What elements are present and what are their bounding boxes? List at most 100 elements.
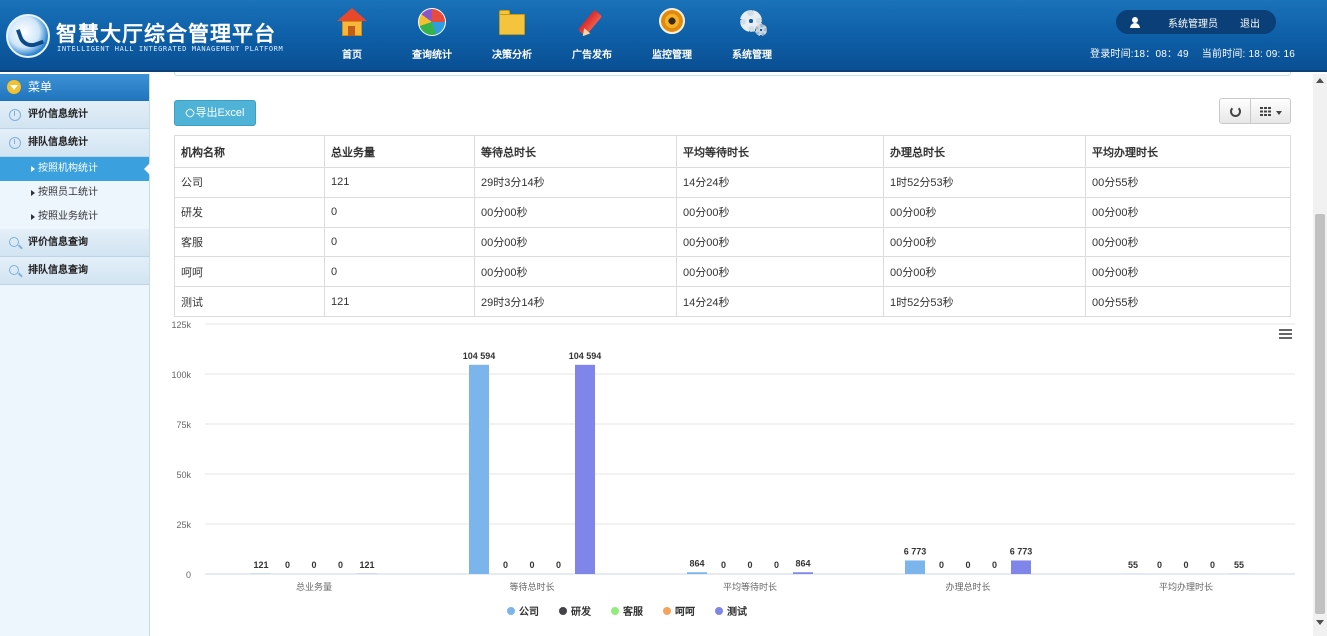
legend-item: 测试	[727, 605, 747, 618]
column-header[interactable]: 机构名称	[174, 135, 325, 168]
nav-system[interactable]: 系统管理	[712, 6, 792, 64]
data-label: 0	[1157, 560, 1162, 570]
y-tick-label: 0	[186, 570, 191, 580]
legend-marker	[611, 607, 619, 615]
nav-home[interactable]: 首页	[312, 6, 392, 64]
column-header[interactable]: 总业务量	[324, 135, 475, 168]
refresh-icon	[1230, 106, 1241, 117]
data-label: 0	[747, 560, 752, 570]
data-label: 0	[503, 560, 508, 570]
table-row[interactable]: 客服 0 00分00秒 00分00秒 00分00秒 00分00秒	[174, 226, 1291, 258]
clock-icon	[9, 137, 21, 149]
data-label: 55	[1234, 560, 1244, 570]
link-icon	[183, 107, 196, 119]
column-header[interactable]: 等待总时长	[474, 135, 677, 168]
table-cell: 00分00秒	[474, 226, 677, 258]
main-content: 导出Excel 机构名称 总业务量 等待总时长 平均等待时长 办理总时长 平均办…	[151, 72, 1313, 636]
legend-item: 呵呵	[675, 606, 695, 618]
nav-monitor[interactable]: 监控管理	[632, 6, 712, 64]
chart-bar	[469, 364, 489, 574]
table-cell: 00分00秒	[883, 196, 1086, 228]
data-label: 0	[285, 560, 290, 570]
grid-icon	[1260, 107, 1271, 116]
legend-marker	[715, 607, 723, 615]
table-cell: 121	[324, 286, 475, 317]
y-tick-label: 75k	[176, 420, 191, 430]
data-label: 0	[529, 560, 534, 570]
sidebar-item-label: 排队信息查询	[28, 265, 88, 276]
scroll-thumb[interactable]	[1315, 214, 1325, 614]
table-cell: 00分00秒	[676, 256, 884, 288]
table-cell: 00分00秒	[1085, 226, 1291, 258]
table-cell: 0	[324, 226, 475, 258]
column-header[interactable]: 办理总时长	[883, 135, 1086, 168]
table-row[interactable]: 呵呵 0 00分00秒 00分00秒 00分00秒 00分00秒	[174, 256, 1291, 288]
legend-item: 研发	[571, 605, 592, 618]
x-tick-label: 总业务量	[296, 581, 332, 592]
table-cell: 00分00秒	[474, 196, 677, 228]
pencil-icon	[577, 8, 607, 39]
sidebar-item-eval-query[interactable]: 评价信息查询	[0, 229, 149, 257]
search-icon	[9, 237, 19, 247]
sidebar-item-by-business[interactable]: 按照业务统计	[0, 205, 149, 229]
sidebar-item-label: 按照机构统计	[38, 163, 98, 174]
data-label: 121	[253, 560, 268, 570]
sidebar-item-queue-query[interactable]: 排队信息查询	[0, 257, 149, 285]
table-row[interactable]: 测试 121 29时3分14秒 14分24秒 1时52分53秒 00分55秒	[174, 286, 1291, 317]
refresh-button[interactable]	[1219, 98, 1251, 124]
column-header[interactable]: 平均办理时长	[1085, 135, 1291, 168]
data-label: 0	[338, 560, 343, 570]
scroll-up-arrow-icon[interactable]	[1316, 78, 1324, 83]
table-cell: 客服	[174, 226, 325, 258]
sidebar-item-by-org[interactable]: 按照机构统计	[0, 157, 150, 181]
table-cell: 00分00秒	[1085, 196, 1291, 228]
current-time: 当前时间: 18: 09: 16	[1201, 49, 1295, 60]
chart-bar	[687, 572, 707, 574]
table-row[interactable]: 公司 121 29时3分14秒 14分24秒 1时52分53秒 00分55秒	[174, 167, 1291, 198]
data-label: 6 773	[1010, 546, 1033, 556]
previous-panel-edge	[174, 72, 1291, 76]
sidebar-item-by-staff[interactable]: 按照员工统计	[0, 181, 149, 205]
user-name: 系统管理员	[1168, 19, 1218, 30]
home-icon	[337, 8, 367, 38]
nav-decision-analysis[interactable]: 决策分析	[472, 6, 552, 64]
data-label: 104 594	[463, 351, 496, 361]
table-cell: 121	[324, 167, 475, 198]
chart-bar	[1011, 560, 1031, 574]
nav-ad-publish[interactable]: 广告发布	[552, 6, 632, 64]
table-header-row: 机构名称 总业务量 等待总时长 平均等待时长 办理总时长 平均办理时长	[174, 135, 1291, 168]
table-cell: 00分00秒	[474, 256, 677, 288]
sidebar-item-eval-stats[interactable]: 评价信息统计	[0, 101, 149, 129]
column-header[interactable]: 平均等待时长	[676, 135, 884, 168]
clock-icon	[9, 109, 21, 121]
table-cell: 00分00秒	[1085, 256, 1291, 288]
scroll-down-arrow-icon[interactable]	[1316, 620, 1324, 625]
legend-item: 客服	[622, 605, 644, 618]
time-info: 登录时间:18：08：49 当前时间: 18: 09: 16	[1090, 45, 1305, 60]
sidebar-menu-header[interactable]: 菜单	[0, 74, 149, 101]
table-cell: 研发	[174, 196, 325, 228]
table-row[interactable]: 研发 0 00分00秒 00分00秒 00分00秒 00分00秒	[174, 196, 1291, 228]
legend-marker	[663, 607, 671, 615]
table-cell: 0	[324, 256, 475, 288]
data-label: 0	[939, 560, 944, 570]
logout-link[interactable]: 退出	[1240, 15, 1260, 30]
nav-query-stats[interactable]: 查询统计	[392, 6, 472, 64]
camera-icon	[657, 8, 687, 38]
x-tick-label: 平均办理时长	[1159, 581, 1213, 592]
y-tick-label: 50k	[176, 470, 191, 480]
columns-toggle-button[interactable]	[1251, 98, 1291, 124]
vertical-scrollbar[interactable]	[1313, 74, 1327, 636]
data-label: 864	[795, 558, 810, 568]
legend-marker	[559, 607, 567, 615]
data-label: 864	[689, 558, 704, 568]
data-label: 6 773	[904, 546, 927, 556]
export-excel-button[interactable]: 导出Excel	[174, 100, 256, 126]
table-cell: 00分00秒	[883, 256, 1086, 288]
sidebar-menu-title: 菜单	[28, 80, 53, 94]
sidebar-item-queue-stats[interactable]: 排队信息统计	[0, 129, 149, 157]
table-cell: 00分00秒	[676, 196, 884, 228]
sidebar-item-label: 按照业务统计	[38, 211, 98, 222]
login-time: 登录时间:18：08：49	[1090, 49, 1189, 60]
nav-label: 监控管理	[652, 50, 692, 61]
